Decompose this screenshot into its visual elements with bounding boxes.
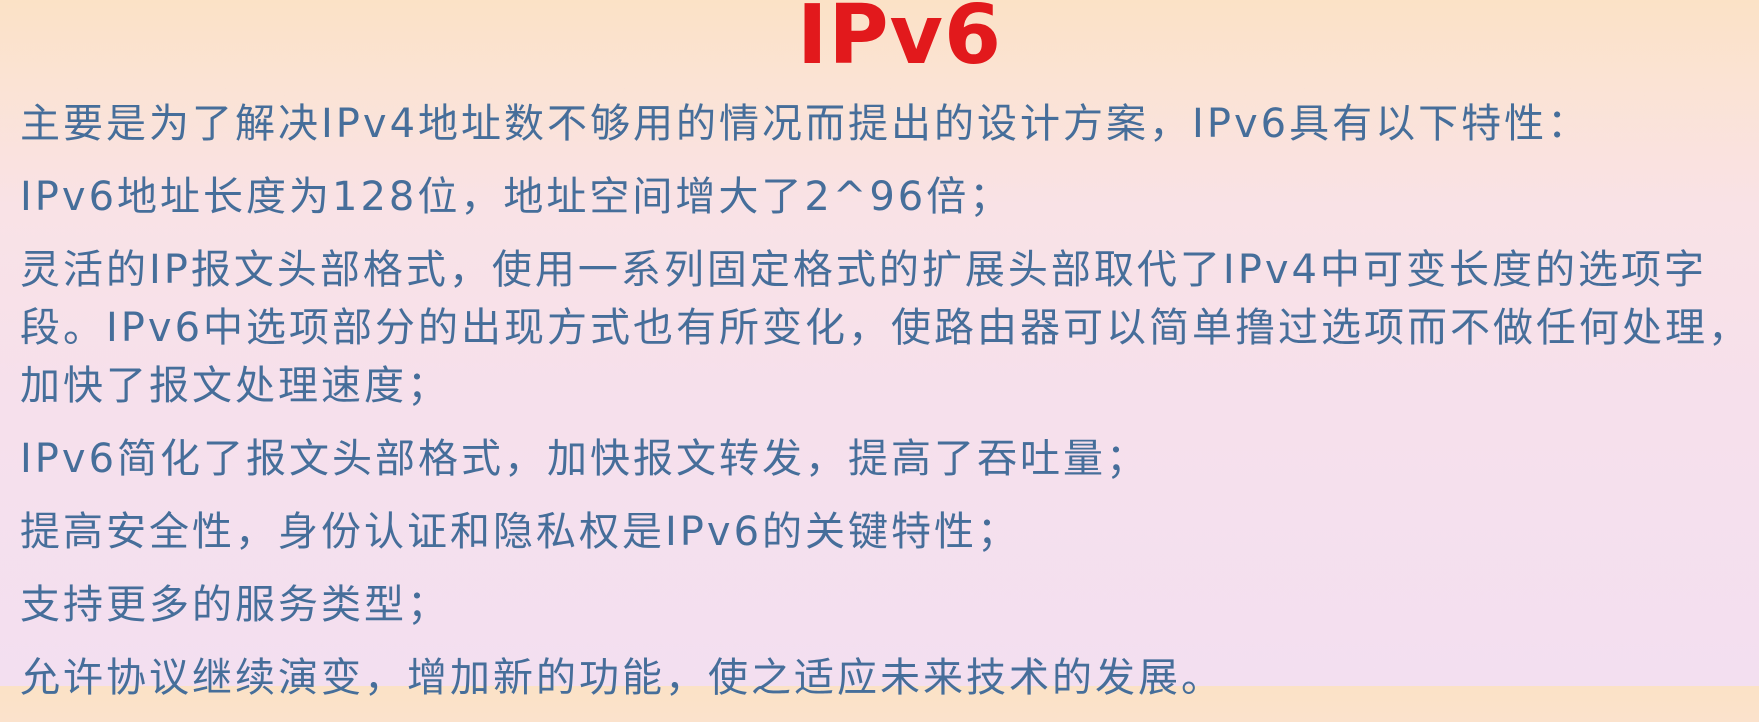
slide-body: 主要是为了解决IPv4地址数不够用的情况而提出的设计方案，IPv6具有以下特性：… [20, 95, 1755, 722]
feature-simplified-header: IPv6简化了报文头部格式，加快报文转发，提高了吞吐量； [20, 436, 1150, 482]
feature-security: 提高安全性，身份认证和隐私权是IPv6的关键特性； [20, 509, 1021, 555]
feature-service-types: 支持更多的服务类型； [20, 582, 450, 628]
feature-extension-headers: 灵活的IP报文头部格式，使用一系列固定格式的扩展头部取代了IPv4中可变长度的选… [20, 247, 1752, 409]
feature-extensibility: 允许协议继续演变，增加新的功能，使之适应未来技术的发展。 [20, 655, 1224, 701]
slide: IPv6 主要是为了解决IPv4地址数不够用的情况而提出的设计方案，IPv6具有… [0, 0, 1759, 701]
intro-paragraph: 主要是为了解决IPv4地址数不够用的情况而提出的设计方案，IPv6具有以下特性： [20, 101, 1591, 147]
feature-address-length: IPv6地址长度为128位，地址空间增大了2^96倍； [20, 174, 1013, 220]
slide-title: IPv6 [796, 0, 1003, 83]
